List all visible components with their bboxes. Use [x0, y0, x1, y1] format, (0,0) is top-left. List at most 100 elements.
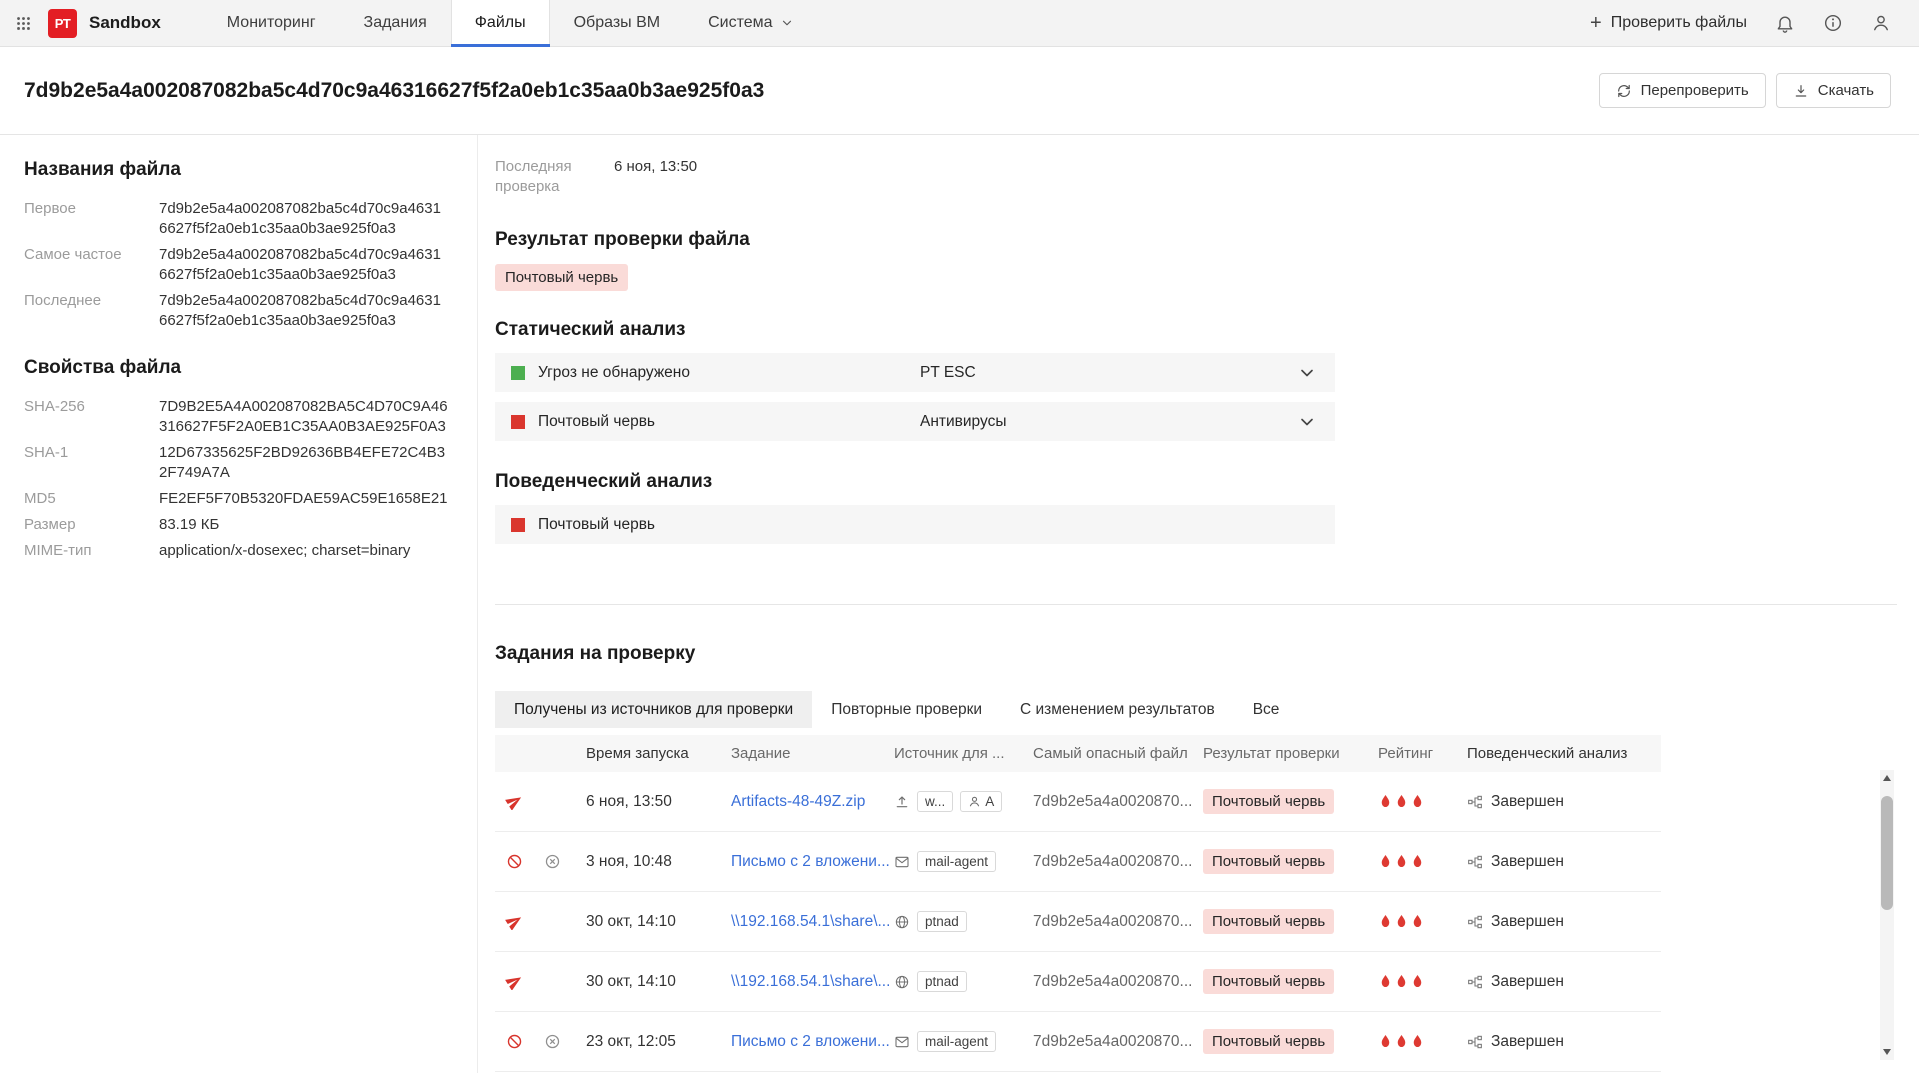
- worst-file: 7d9b2e5a4a0020870...: [1033, 973, 1203, 991]
- tab-rechecks[interactable]: Повторные проверки: [812, 691, 1001, 728]
- tasks-table: Время запуска Задание Источник для ... С…: [495, 735, 1661, 1072]
- section-divider: [495, 604, 1897, 605]
- behavioral-status: Завершен: [1467, 793, 1661, 811]
- page-header: 7d9b2e5a4a002087082ba5c4d70c9a46316627f5…: [0, 47, 1919, 135]
- flame-icon: [1378, 913, 1393, 930]
- chevron-down-icon[interactable]: [1297, 412, 1317, 432]
- col-start-time: Время запуска: [586, 745, 731, 762]
- source-badge: ptnad: [917, 971, 967, 992]
- col-source: Источник для ...: [894, 745, 1033, 762]
- person-icon: [968, 795, 981, 808]
- web-icon: [894, 914, 910, 930]
- nav-item-monitoring[interactable]: Мониторинг: [203, 0, 340, 47]
- task-source: mail-agent: [894, 1031, 1033, 1052]
- flame-icon: [1394, 913, 1409, 930]
- vertical-scrollbar[interactable]: [1880, 770, 1894, 1060]
- result-section-title: Результат проверки файла: [495, 229, 1919, 251]
- flame-icon: [1394, 1033, 1409, 1050]
- static-analysis-row[interactable]: Угроз не обнаружено PT ESC: [495, 353, 1335, 392]
- recheck-button[interactable]: Перепроверить: [1599, 73, 1766, 108]
- source-badge: mail-agent: [917, 1031, 996, 1052]
- nav-item-system[interactable]: Система: [684, 0, 817, 47]
- last-check-value: 6 ноя, 13:50: [614, 157, 697, 197]
- triangle-up-icon: [1883, 775, 1891, 781]
- task-link[interactable]: Artifacts-48-49Z.zip: [731, 793, 865, 810]
- verdict-badge: Почтовый червь: [1203, 969, 1334, 994]
- file-name-row: Первое 7d9b2e5a4a002087082ba5c4d70c9a463…: [24, 199, 451, 239]
- col-behavioral: Поведенческий анализ: [1467, 745, 1661, 762]
- flame-icon: [1378, 973, 1393, 990]
- behavioral-status: Завершен: [1467, 1033, 1661, 1051]
- task-link[interactable]: \\192.168.54.1\share\...: [731, 973, 890, 990]
- chevron-down-icon[interactable]: [1297, 363, 1317, 383]
- table-row[interactable]: 30 окт, 14:10 \\192.168.54.1\share\... p…: [495, 952, 1661, 1012]
- task-source: w... A: [894, 791, 1033, 812]
- file-name-row: Самое частое 7d9b2e5a4a002087082ba5c4d70…: [24, 245, 451, 285]
- col-rating: Рейтинг: [1378, 745, 1467, 762]
- infected-icon: [544, 853, 561, 870]
- pt-logo[interactable]: PT: [48, 9, 77, 38]
- behavioral-analysis-row: Почтовый червь: [495, 505, 1335, 544]
- tab-from-sources[interactable]: Получены из источников для проверки: [495, 691, 812, 728]
- download-icon: [1793, 83, 1809, 99]
- triangle-down-icon: [1883, 1049, 1891, 1055]
- task-start-time: 3 ноя, 10:48: [586, 853, 731, 871]
- scroll-down-button[interactable]: [1880, 1044, 1894, 1060]
- task-source: ptnad: [894, 971, 1033, 992]
- last-check-row: Последняя проверка 6 ноя, 13:50: [495, 157, 1919, 197]
- info-icon[interactable]: [1823, 13, 1843, 33]
- task-link[interactable]: Письмо с 2 вложени...: [731, 1033, 890, 1050]
- apps-grid-icon[interactable]: [0, 15, 46, 32]
- app-root: PT Sandbox Мониторинг Задания Файлы Обра…: [0, 0, 1919, 1073]
- names-section-title: Названия файла: [24, 159, 451, 181]
- worst-file: 7d9b2e5a4a0020870...: [1033, 793, 1203, 811]
- main-nav: Мониторинг Задания Файлы Образы ВМ Систе…: [203, 0, 818, 47]
- main-panel: Последняя проверка 6 ноя, 13:50 Результа…: [478, 135, 1919, 1073]
- table-row[interactable]: 6 ноя, 13:50 Artifacts-48-49Z.zip w... A…: [495, 772, 1661, 832]
- nav-item-files[interactable]: Файлы: [451, 0, 550, 47]
- table-row[interactable]: 23 окт, 12:05 Письмо с 2 вложени... mail…: [495, 1012, 1661, 1072]
- pt-logo-text: PT: [55, 16, 71, 31]
- check-files-label: Проверить файлы: [1611, 14, 1747, 32]
- task-start-time: 30 окт, 14:10: [586, 913, 731, 931]
- task-source: ptnad: [894, 911, 1033, 932]
- col-verdict: Результат проверки: [1203, 745, 1378, 762]
- tab-changed-results[interactable]: С изменением результатов: [1001, 691, 1234, 728]
- table-row[interactable]: 30 окт, 14:10 \\192.168.54.1\share\... p…: [495, 892, 1661, 952]
- static-analysis-row[interactable]: Почтовый червь Антивирусы: [495, 402, 1335, 441]
- task-link[interactable]: Письмо с 2 вложени...: [731, 853, 890, 870]
- flame-icon: [1410, 1033, 1425, 1050]
- completed-icon: [1467, 974, 1483, 990]
- check-files-button[interactable]: + Проверить файлы: [1590, 13, 1747, 33]
- file-prop-row: SHA-1 12D67335625F2BD92636BB4EFE72C4B32F…: [24, 443, 451, 483]
- task-start-time: 23 окт, 12:05: [586, 1033, 731, 1051]
- tasks-section-title: Задания на проверку: [495, 643, 1919, 665]
- app-title: Sandbox: [89, 13, 161, 33]
- file-prop-row: MIME-тип application/x-dosexec; charset=…: [24, 541, 451, 561]
- task-start-time: 30 окт, 14:10: [586, 973, 731, 991]
- table-row[interactable]: 3 ноя, 10:48 Письмо с 2 вложени... mail-…: [495, 832, 1661, 892]
- flame-icon: [1394, 973, 1409, 990]
- plane-icon: [503, 973, 526, 990]
- task-source: mail-agent: [894, 851, 1033, 872]
- plus-icon: +: [1590, 13, 1602, 33]
- rating-flames: [1378, 913, 1467, 930]
- scrollbar-thumb[interactable]: [1881, 796, 1893, 910]
- nav-item-vm-images[interactable]: Образы ВМ: [550, 0, 685, 47]
- user-icon[interactable]: [1871, 13, 1891, 33]
- flame-icon: [1410, 913, 1425, 930]
- nav-item-tasks[interactable]: Задания: [340, 0, 451, 47]
- blocked-icon: [506, 853, 523, 870]
- tasks-tabs: Получены из источников для проверки Повт…: [495, 691, 1919, 728]
- scroll-up-button[interactable]: [1880, 770, 1894, 786]
- behavioral-status: Завершен: [1467, 853, 1661, 871]
- bell-icon[interactable]: [1775, 13, 1795, 33]
- verdict-badge: Почтовый червь: [1203, 849, 1334, 874]
- behavioral-analysis-title: Поведенческий анализ: [495, 471, 1919, 493]
- task-link[interactable]: \\192.168.54.1\share\...: [731, 913, 890, 930]
- tab-all[interactable]: Все: [1234, 691, 1299, 728]
- plane-icon: [503, 793, 526, 810]
- col-task: Задание: [731, 745, 894, 762]
- col-worst-file: Самый опасный файл: [1033, 745, 1203, 762]
- download-button[interactable]: Скачать: [1776, 73, 1891, 108]
